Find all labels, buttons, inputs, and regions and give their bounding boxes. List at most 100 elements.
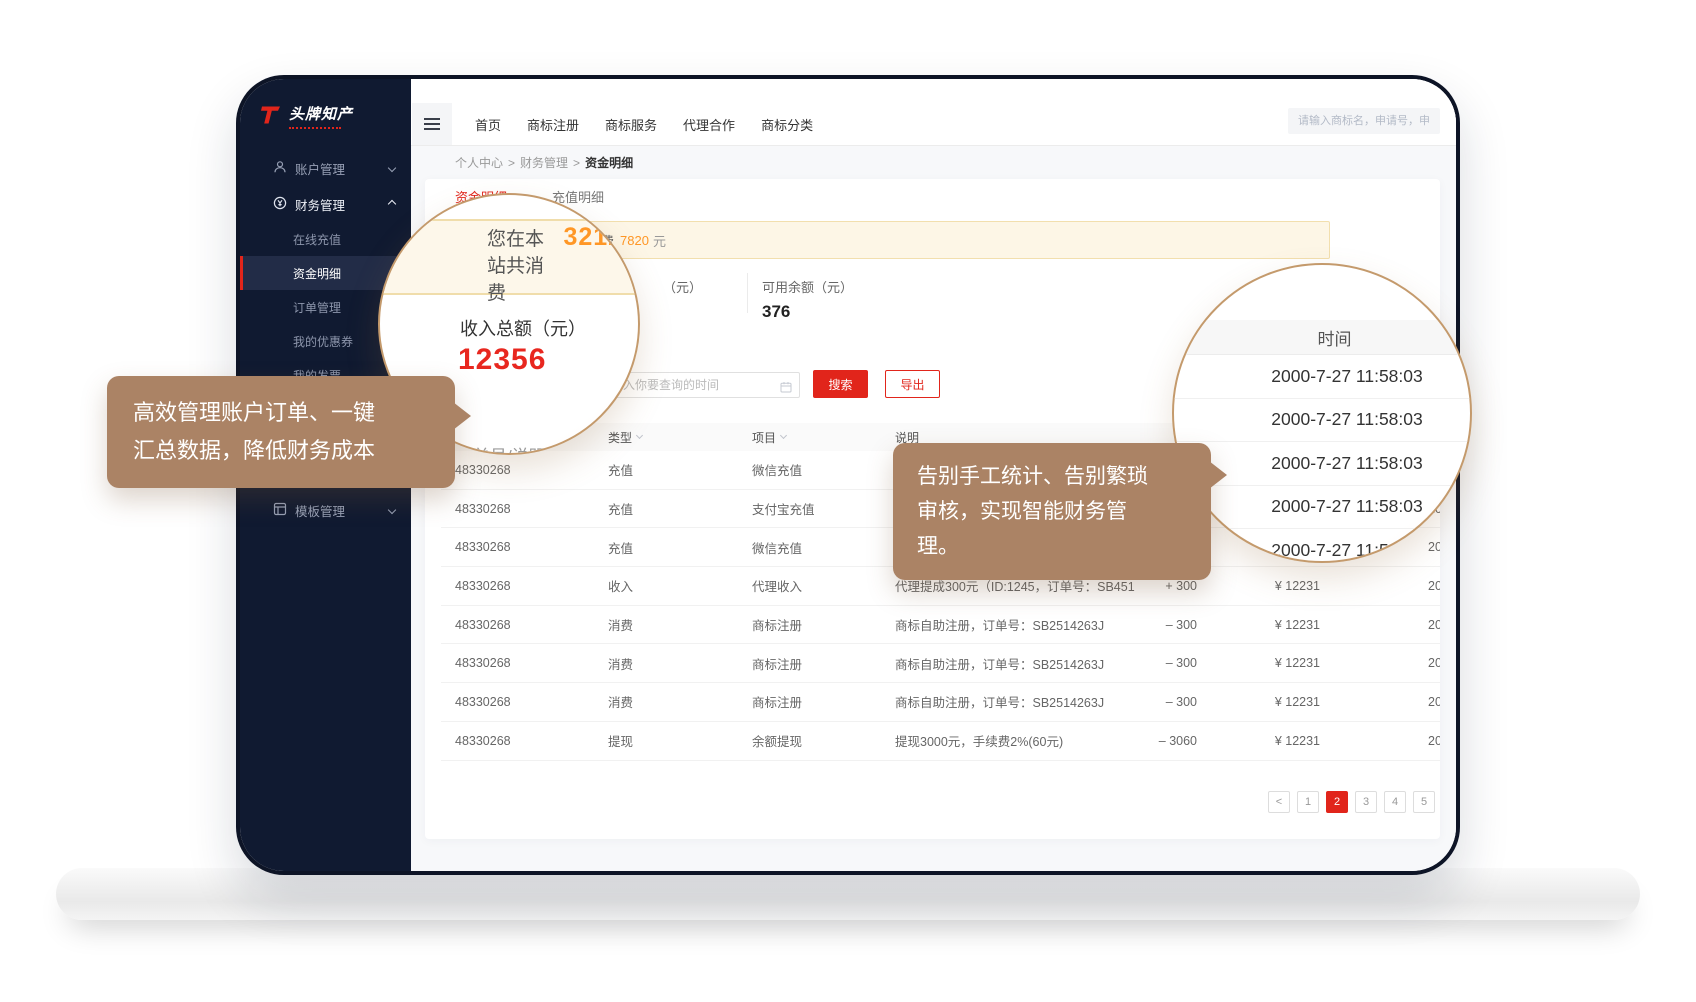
- search-button[interactable]: 搜索: [813, 370, 868, 398]
- magnified-time-cell: 2000-7-27 11:58:03: [1174, 486, 1470, 530]
- cell-time: 2000-7-27 11:58:03: [1320, 579, 1440, 593]
- pagination-prev-button[interactable]: <: [1268, 791, 1290, 813]
- stat-balance: 可用余额（元） 376: [762, 277, 853, 322]
- cell-desc: 商标自助注册，订单号：SB2514263J: [895, 692, 1135, 711]
- pagination: < 1 2 3 4 5: [1268, 791, 1435, 813]
- global-search-input[interactable]: [1288, 108, 1440, 134]
- cell-time: 2000-7-27 11:58:03: [1320, 618, 1440, 632]
- cell-balance: ¥ 12231: [1197, 734, 1320, 748]
- sidebar-subitem-label: 在线充值: [293, 231, 341, 248]
- breadcrumb: 个人中心 > 财务管理 > 资金明细: [411, 146, 1456, 179]
- chevron-down-icon: [388, 506, 396, 514]
- breadcrumb-current: 资金明细: [585, 154, 633, 171]
- cell-desc: 商标自助注册，订单号：SB2514263J: [895, 654, 1135, 673]
- cell-time: 2000-7-27 11:58:03: [1320, 734, 1440, 748]
- magnified-banner-amount: 32124: [563, 223, 638, 252]
- page: 头牌知产 账户管理: [0, 0, 1696, 1002]
- breadcrumb-item[interactable]: 财务管理: [520, 154, 568, 171]
- cell-order: 48330268: [455, 618, 608, 632]
- cell-desc: 商标自助注册，订单号：SB2514263J: [895, 615, 1135, 634]
- cell-order: 48330268: [455, 463, 608, 477]
- sort-chevron-icon: [780, 432, 787, 439]
- sort-chevron-icon: [636, 432, 643, 439]
- cell-type: 消费: [608, 654, 752, 673]
- magnified-banner-prefix: 您在本站共消费: [487, 224, 552, 305]
- pagination-page-4[interactable]: 4: [1384, 791, 1406, 813]
- callout-right: 告别手工统计、告别繁琐 审核，实现智能财务管 理。: [893, 443, 1211, 580]
- cell-time: 2000-7-27 11:58:03: [1320, 656, 1440, 670]
- sidebar-subitem-label: 资金明细: [293, 265, 341, 282]
- chevron-up-icon: [388, 200, 396, 208]
- breadcrumb-item[interactable]: 个人中心: [455, 154, 503, 171]
- sidebar-subitem-label: 订单管理: [293, 299, 341, 316]
- sidebar-item-label: 模板管理: [295, 501, 345, 520]
- cell-project: 商标注册: [752, 615, 895, 634]
- cell-time: 2000-7-27 11:58:03: [1320, 695, 1440, 709]
- magnified-income-value: 12356: [458, 343, 546, 377]
- cell-type: 充值: [608, 538, 752, 557]
- magnifier-circle-right: 时间 2000-7-27 11:58:03 2000-7-27 11:58:03…: [1172, 263, 1472, 563]
- export-button[interactable]: 导出: [885, 370, 940, 398]
- magnified-time-cell: 2000-7-27 11:58:03: [1174, 355, 1470, 399]
- cell-project: 微信充值: [752, 460, 895, 479]
- sidebar-item-template[interactable]: 模板管理: [240, 492, 411, 528]
- magnified-income-label: 收入总额（元）: [460, 315, 586, 341]
- cell-balance: ¥ 12231: [1197, 656, 1320, 670]
- user-icon: [273, 160, 287, 177]
- calendar-icon: [780, 380, 792, 398]
- laptop-base: [56, 868, 1640, 920]
- cell-desc: 提现3000元，手续费2%(60元): [895, 731, 1135, 750]
- pagination-page-1[interactable]: 1: [1297, 791, 1319, 813]
- magnified-time-header: 时间: [1174, 320, 1470, 355]
- cell-type: 消费: [608, 615, 752, 634]
- cell-amount: – 300: [1135, 656, 1197, 670]
- pagination-page-2[interactable]: 2: [1326, 791, 1348, 813]
- nav-link-home[interactable]: 首页: [475, 115, 501, 134]
- table-row: 48330268 消费 商标注册 商标自助注册，订单号：SB2514263J –…: [441, 683, 1440, 722]
- cell-project: 商标注册: [752, 654, 895, 673]
- hamburger-menu-button[interactable]: [412, 103, 452, 145]
- sidebar-item-account[interactable]: 账户管理: [240, 150, 411, 186]
- nav-link-trademark-category[interactable]: 商标分类: [761, 115, 813, 134]
- sidebar-subitem-label: 我的优惠券: [293, 333, 353, 350]
- cell-balance: ¥ 12231: [1197, 695, 1320, 709]
- logo-icon: [260, 103, 282, 132]
- cell-type: 提现: [608, 731, 752, 750]
- sidebar-item-label: 财务管理: [295, 195, 345, 214]
- cell-order: 48330268: [455, 540, 608, 554]
- col-header-project[interactable]: 项目: [752, 429, 895, 446]
- magnified-time-cell: 2000-7-27 11:58:03: [1174, 529, 1470, 563]
- sidebar-item-finance[interactable]: 财务管理: [240, 186, 411, 222]
- callout-left: 高效管理账户订单、一键 汇总数据，降低财务成本: [107, 376, 455, 488]
- magnified-time-cell: 2000-7-27 11:58:03: [1174, 399, 1470, 443]
- cell-project: 微信充值: [752, 538, 895, 557]
- cell-project: 余额提现: [752, 731, 895, 750]
- nav-link-trademark-register[interactable]: 商标注册: [527, 115, 579, 134]
- table-row: 48330268 消费 商标注册 商标自助注册，订单号：SB2514263J –…: [441, 606, 1440, 645]
- cell-amount: – 3060: [1135, 734, 1197, 748]
- table-row: 48330268 提现 余额提现 提现3000元，手续费2%(60元) – 30…: [441, 722, 1440, 761]
- cell-order: 48330268: [455, 734, 608, 748]
- col-header-type[interactable]: 类型: [608, 429, 752, 446]
- magnified-time-rows: 2000-7-27 11:58:03 2000-7-27 11:58:03 20…: [1174, 355, 1470, 563]
- cell-balance: ¥ 12231: [1197, 618, 1320, 632]
- magnified-banner-text: 您在本站共消费 32124: [487, 223, 638, 305]
- cell-project: 支付宝充值: [752, 499, 895, 518]
- cell-amount: – 300: [1135, 695, 1197, 709]
- cell-order: 48330268: [455, 579, 608, 593]
- finance-icon: [273, 196, 287, 213]
- cell-amount: – 300: [1135, 618, 1197, 632]
- nav-link-agent-cooperation[interactable]: 代理合作: [683, 115, 735, 134]
- cell-project: 代理收入: [752, 576, 895, 595]
- top-nav-links: 首页 商标注册 商标服务 代理合作 商标分类: [475, 103, 813, 145]
- logo[interactable]: 头牌知产: [240, 79, 411, 138]
- date-filter-field: [600, 372, 800, 398]
- stat-middle-label-fragment: （元）: [663, 277, 702, 296]
- cell-order: 48330268: [455, 695, 608, 709]
- pagination-page-3[interactable]: 3: [1355, 791, 1377, 813]
- nav-link-trademark-service[interactable]: 商标服务: [605, 115, 657, 134]
- stat-value: 376: [762, 302, 853, 322]
- pagination-page-5[interactable]: 5: [1413, 791, 1435, 813]
- cell-amount: + 300: [1135, 579, 1197, 593]
- cell-order: 48330268: [455, 656, 608, 670]
